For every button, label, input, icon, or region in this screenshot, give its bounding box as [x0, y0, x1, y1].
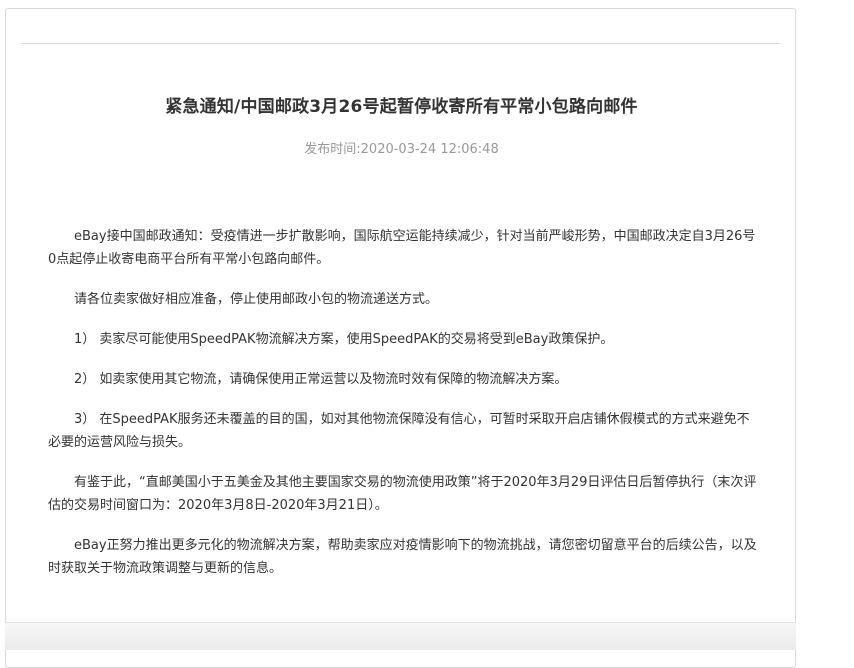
body-paragraph: 2） 如卖家使用其它物流，请确保使用正常运营以及物流时效有保障的物流解决方案。 [74, 372, 568, 387]
publish-time-value: 2020-03-24 12:06:48 [360, 142, 499, 157]
body-paragraph: eBay接中国邮政通知：受疫情进一步扩散影响，国际航空运能持续减少，针对当前严峻… [48, 229, 756, 267]
body-paragraph: 1） 卖家尽可能使用SpeedPAK物流解决方案，使用SpeedPAK的交易将受… [74, 332, 614, 347]
body-paragraph: 有鉴于此，“直邮美国小于五美金及其他主要国家交易的物流使用政策”将于2020年3… [48, 475, 757, 513]
publish-time-label: 发布时间: [304, 142, 361, 157]
notice-body: eBay接中国邮政通知：受疫情进一步扩散影响，国际航空运能持续减少，针对当前严峻… [48, 225, 760, 597]
body-paragraph: 请各位卖家做好相应准备，停止使用邮政小包的物流递送方式。 [74, 292, 439, 307]
notice-title: 紧急通知/中国邮政3月26号起暂停收寄所有平常小包路向邮件 [165, 97, 638, 117]
body-paragraph: 3） 在SpeedPAK服务还未覆盖的目的国，如对其他物流保障没有信心，可暂时采… [48, 412, 750, 450]
footer-bar [5, 622, 796, 650]
publish-time: 发布时间:2020-03-24 12:06:48 [6, 138, 797, 157]
body-paragraph: eBay正努力推出更多元化的物流解决方案，帮助卖家应对疫情影响下的物流挑战，请您… [48, 538, 757, 576]
notice-panel: 紧急通知/中国邮政3月26号起暂停收寄所有平常小包路向邮件 发布时间:2020-… [5, 8, 796, 668]
header-divider [21, 43, 781, 44]
